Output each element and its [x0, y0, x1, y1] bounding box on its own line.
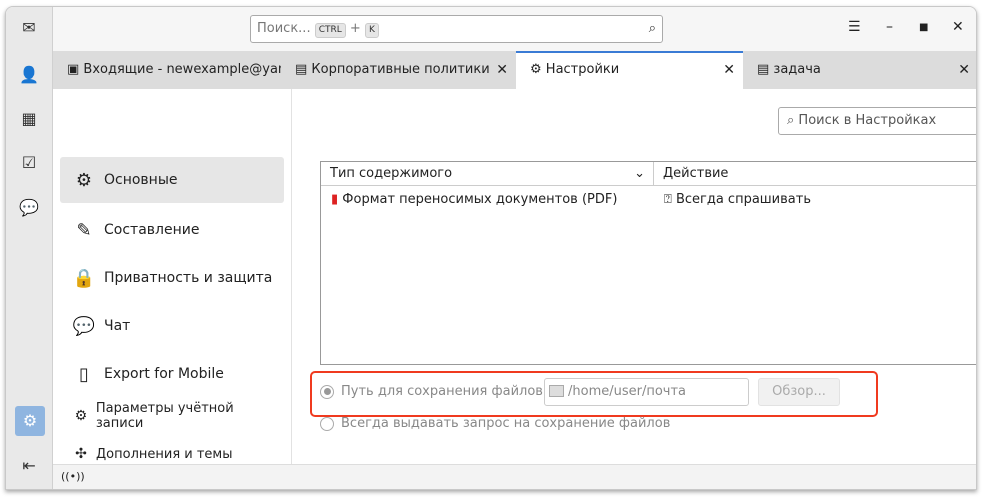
minimize-icon[interactable]: –	[886, 19, 893, 35]
tab-policies[interactable]: ▤ Корпоративные политики ✕	[281, 51, 516, 89]
status-bar: ((•))	[53, 464, 976, 489]
search-placeholder: Поиск...	[257, 21, 311, 36]
spaces-toolbar: ✉ 👤 ▦ ☑ 💬 ⚙ ⇤	[6, 7, 53, 489]
global-search-input[interactable]: Поиск... CTRL + K ⌕	[250, 15, 663, 43]
account-icon: ⚙	[74, 408, 88, 424]
settings-icon[interactable]: ⚙	[15, 406, 45, 436]
maximize-icon[interactable]: ■	[919, 22, 928, 33]
nav-composition[interactable]: ✎ Составление	[60, 207, 284, 253]
tab-task[interactable]: ▤ задача ✕	[743, 51, 976, 89]
nav-label: Дополнения и темы	[96, 446, 233, 462]
nav-label: Параметры учётной записи	[95, 401, 234, 431]
tab-label: Корпоративные политики	[311, 62, 490, 77]
chevron-down-icon: ⌄	[634, 166, 645, 181]
column-content-type[interactable]: Тип содержимого ⌄	[321, 162, 654, 186]
path-value: /home/user/почта	[568, 384, 687, 399]
close-icon[interactable]: ✕	[496, 51, 508, 89]
pencil-icon: ✎	[76, 219, 92, 241]
nav-label: Чат	[104, 318, 131, 334]
inbox-icon: ▣	[67, 62, 84, 77]
settings-content: ⌕ Поиск в Настройках Тип содержимого ⌄ Де…	[291, 89, 976, 464]
lock-icon: 🔒	[72, 267, 96, 289]
search-icon: ⌕	[787, 113, 799, 128]
nav-export-mobile[interactable]: ▯ Export for Mobile	[60, 351, 284, 397]
nav-label: Приватность и защита	[104, 270, 273, 286]
tab-label: задача	[773, 62, 821, 77]
radio-save-path[interactable]: Путь для сохранения файлов	[320, 384, 543, 399]
close-icon[interactable]: ✕	[723, 53, 735, 87]
nav-label: Export for Mobile	[104, 366, 224, 382]
app-window: ✉ 👤 ▦ ☑ 💬 ⚙ ⇤ Поиск... CTRL + K ⌕ ☰ – ■ …	[5, 6, 977, 490]
close-icon[interactable]: ✕	[958, 51, 970, 89]
radio-button[interactable]	[320, 416, 334, 431]
tab-label: Настройки	[545, 62, 620, 77]
tab-label: Входящие - newexample@yandex.ru	[83, 62, 281, 77]
table-row[interactable]: ▮ Формат переносимых документов (PDF)	[331, 192, 617, 207]
nav-general[interactable]: ⚙ Основные	[60, 157, 284, 203]
question-icon: ⍰	[664, 192, 676, 207]
action-cell[interactable]: ⍰ Всегда спрашивать	[664, 192, 811, 207]
tab-settings[interactable]: ⚙ Настройки ✕	[516, 51, 743, 89]
chat-icon: 💬	[72, 315, 96, 337]
close-window-icon[interactable]: ✕	[952, 19, 964, 35]
document-icon: ▤	[757, 62, 774, 77]
gear-icon: ⚙	[75, 169, 93, 191]
nav-chat[interactable]: 💬 Чат	[60, 303, 284, 349]
radio-label: Путь для сохранения файлов	[341, 384, 543, 399]
settings-search-placeholder: Поиск в Настройках	[798, 113, 937, 128]
tab-inbox[interactable]: ▣ Входящие - newexample@yandex.ru	[53, 51, 281, 89]
mobile-icon: ▯	[79, 363, 89, 385]
nav-privacy[interactable]: 🔒 Приватность и защита	[60, 255, 284, 301]
radio-button[interactable]	[320, 384, 334, 399]
calendar-icon[interactable]: ▦	[18, 108, 40, 130]
mail-icon[interactable]: ✉	[18, 17, 40, 39]
gear-icon: ⚙	[530, 62, 546, 77]
chat-icon[interactable]: 💬	[18, 197, 40, 219]
kbd-ctrl: CTRL	[314, 23, 346, 38]
nav-label: Составление	[104, 222, 200, 238]
online-status-icon[interactable]: ((•))	[61, 470, 85, 483]
browse-button[interactable]: Обзор...	[758, 378, 840, 406]
nav-label: Основные	[104, 172, 178, 188]
column-label: Тип содержимого	[330, 166, 453, 181]
title-bar: Поиск... CTRL + K ⌕ ☰ – ■ ✕	[53, 7, 976, 51]
search-icon[interactable]: ⌕	[649, 16, 656, 42]
kbd-k: K	[364, 23, 379, 38]
tab-bar: ▣ Входящие - newexample@yandex.ru ▤ Корп…	[53, 51, 976, 89]
menu-icon[interactable]: ☰	[848, 19, 861, 35]
pdf-icon: ▮	[331, 192, 343, 207]
puzzle-icon: ✣	[75, 446, 87, 462]
download-path-field[interactable]: /home/user/почта	[544, 378, 749, 406]
nav-account-settings[interactable]: ⚙ Параметры учётной записи	[60, 398, 284, 434]
content-type: Формат переносимых документов (PDF)	[342, 192, 618, 207]
action-value: Всегда спрашивать	[675, 192, 811, 207]
radio-always-ask[interactable]: Всегда выдавать запрос на сохранение фай…	[320, 416, 670, 431]
collapse-icon[interactable]: ⇤	[18, 455, 40, 477]
settings-nav: ⚙ Основные ✎ Составление 🔒 Приватность и за…	[53, 89, 291, 464]
settings-search-input[interactable]: ⌕ Поиск в Настройках	[778, 107, 976, 135]
tasks-icon[interactable]: ☑	[18, 152, 40, 174]
address-book-icon[interactable]: 👤	[18, 64, 40, 86]
radio-label: Всегда выдавать запрос на сохранение фай…	[341, 416, 671, 431]
folder-icon	[549, 385, 564, 397]
kbd-plus: +	[349, 21, 361, 36]
document-icon: ▤	[295, 62, 312, 77]
column-label: Действие	[663, 166, 729, 181]
content-types-table: Тип содержимого ⌄ Действие ▮ Формат перен…	[320, 161, 976, 365]
column-action[interactable]: Действие	[654, 162, 976, 186]
